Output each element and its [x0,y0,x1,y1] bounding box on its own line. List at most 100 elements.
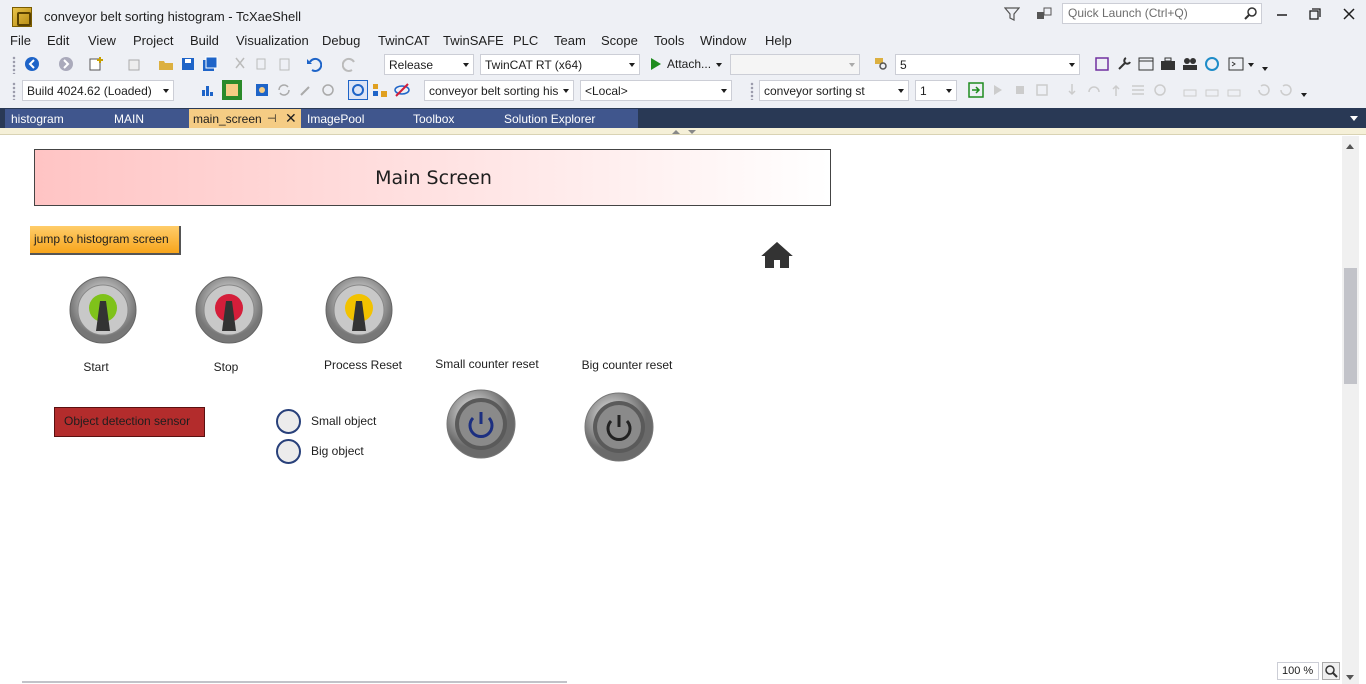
minimize-button[interactable] [1268,4,1296,24]
project-select[interactable]: conveyor belt sorting his [424,80,574,101]
menu-twincat[interactable]: TwinCAT [378,33,430,48]
home-icon[interactable] [758,239,796,269]
new-project-icon[interactable] [88,56,104,72]
reset-icon[interactable] [1152,82,1168,98]
toolbar-grip[interactable] [12,56,16,74]
refresh-icon[interactable] [276,82,292,98]
upload-icon[interactable] [1204,82,1220,98]
paste-icon[interactable] [276,56,292,72]
menu-plc[interactable]: PLC [513,33,538,48]
add-item-icon[interactable] [126,56,142,72]
configuration-select[interactable]: Release [384,54,474,75]
build-select[interactable]: Build 4024.62 (Loaded) [22,80,174,101]
wrench-icon[interactable] [1116,56,1132,72]
toolbar-grip[interactable] [12,82,16,100]
team-icon[interactable] [1182,56,1198,72]
scroll-up-icon[interactable] [1346,144,1354,149]
zoom-level[interactable]: 100 % [1277,662,1319,680]
tab-main[interactable]: MAIN [114,112,144,126]
menu-view[interactable]: View [88,33,116,48]
jump-to-histogram-button[interactable]: jump to histogram screen [30,226,181,255]
breakpoint-list-icon[interactable] [1130,82,1146,98]
attach-button[interactable]: Attach... [667,57,711,71]
scan-icon[interactable] [320,82,336,98]
feedback-icon[interactable] [1036,6,1052,22]
save-icon[interactable] [180,56,196,72]
vs-icon[interactable] [1094,56,1110,72]
tab-overflow-icon[interactable] [1350,116,1358,121]
logout-icon[interactable] [1034,82,1050,98]
menu-file[interactable]: File [10,33,31,48]
step-into-icon[interactable] [1064,82,1080,98]
tab-imagepool[interactable]: ImagePool [307,112,364,126]
close-icon[interactable]: ✕ [285,110,297,127]
tree-icon[interactable] [372,82,388,98]
scrollbar-thumb[interactable] [1344,268,1357,384]
zoom-icon[interactable] [1322,662,1340,680]
activate-config-icon[interactable] [222,80,242,100]
browser-icon[interactable] [1204,56,1220,72]
scroll-down-icon[interactable] [1346,675,1354,680]
menu-scope[interactable]: Scope [601,33,638,48]
toolbar-grip[interactable] [750,82,754,100]
start-plc-icon[interactable] [990,82,1006,98]
search-icon[interactable] [1244,7,1257,20]
magic-icon[interactable] [298,82,314,98]
login-plc-icon[interactable] [968,82,984,98]
step-over-icon[interactable] [1086,82,1102,98]
download-icon[interactable] [1182,82,1198,98]
quick-launch-input[interactable]: Quick Launch (Ctrl+Q) [1062,3,1262,24]
toolbox-icon[interactable] [1160,56,1176,72]
menu-project[interactable]: Project [133,33,173,48]
find-select[interactable]: 5 [895,54,1080,75]
target-icon[interactable] [254,82,270,98]
vertical-scrollbar[interactable] [1342,136,1359,684]
console-icon[interactable] [1228,56,1244,72]
toolbar-overflow-icon[interactable] [1301,93,1307,97]
undo-icon[interactable] [306,56,322,72]
process-reset-switch[interactable] [324,275,394,345]
step-out-icon[interactable] [1108,82,1124,98]
filter-icon[interactable] [1004,6,1020,22]
chevron-down-icon[interactable] [1248,63,1254,67]
tab-histogram[interactable]: histogram [11,112,64,126]
redo-icon[interactable] [342,56,358,72]
menu-edit[interactable]: Edit [47,33,69,48]
cut-icon[interactable] [232,56,248,72]
copy-icon[interactable] [254,56,270,72]
tab-toolbox[interactable]: Toolbox [413,112,454,126]
platform-select[interactable]: TwinCAT RT (x64) [480,54,640,75]
restore-button[interactable] [1301,4,1329,24]
tab-solution-explorer[interactable]: Solution Explorer [504,112,595,126]
flash-icon[interactable] [1226,82,1242,98]
menu-tools[interactable]: Tools [654,33,684,48]
stop-plc-icon[interactable] [1012,82,1028,98]
hide-icon[interactable] [394,82,410,98]
menu-twinsafe[interactable]: TwinSAFE [443,33,504,48]
back-icon[interactable] [24,56,40,72]
save-all-icon[interactable] [202,56,218,72]
menu-visualization[interactable]: Visualization [236,33,309,48]
menu-window[interactable]: Window [700,33,746,48]
play-icon[interactable] [648,56,664,72]
tab-main-screen[interactable]: main_screen ⊣ ✕ [189,109,301,130]
find-icon[interactable] [873,56,889,72]
attach-target-select[interactable] [730,54,860,75]
toolbar-overflow-icon[interactable] [1262,67,1268,71]
menu-build[interactable]: Build [190,33,219,48]
big-counter-reset-button[interactable] [584,392,654,462]
target-system-select[interactable]: <Local> [580,80,732,101]
menu-team[interactable]: Team [554,33,586,48]
plc-project-select[interactable]: conveyor sorting st [759,80,909,101]
reset-origin-icon[interactable] [1278,82,1294,98]
login-icon[interactable] [348,80,368,100]
chart-icon[interactable] [200,82,216,98]
menu-debug[interactable]: Debug [322,33,360,48]
instance-select[interactable]: 1 [915,80,957,101]
reset-cold-icon[interactable] [1256,82,1272,98]
stop-switch[interactable] [194,275,264,345]
chevron-down-icon[interactable] [716,63,722,67]
pin-icon[interactable]: ⊣ [267,112,277,125]
small-counter-reset-button[interactable] [446,389,516,459]
menu-help[interactable]: Help [765,33,792,48]
